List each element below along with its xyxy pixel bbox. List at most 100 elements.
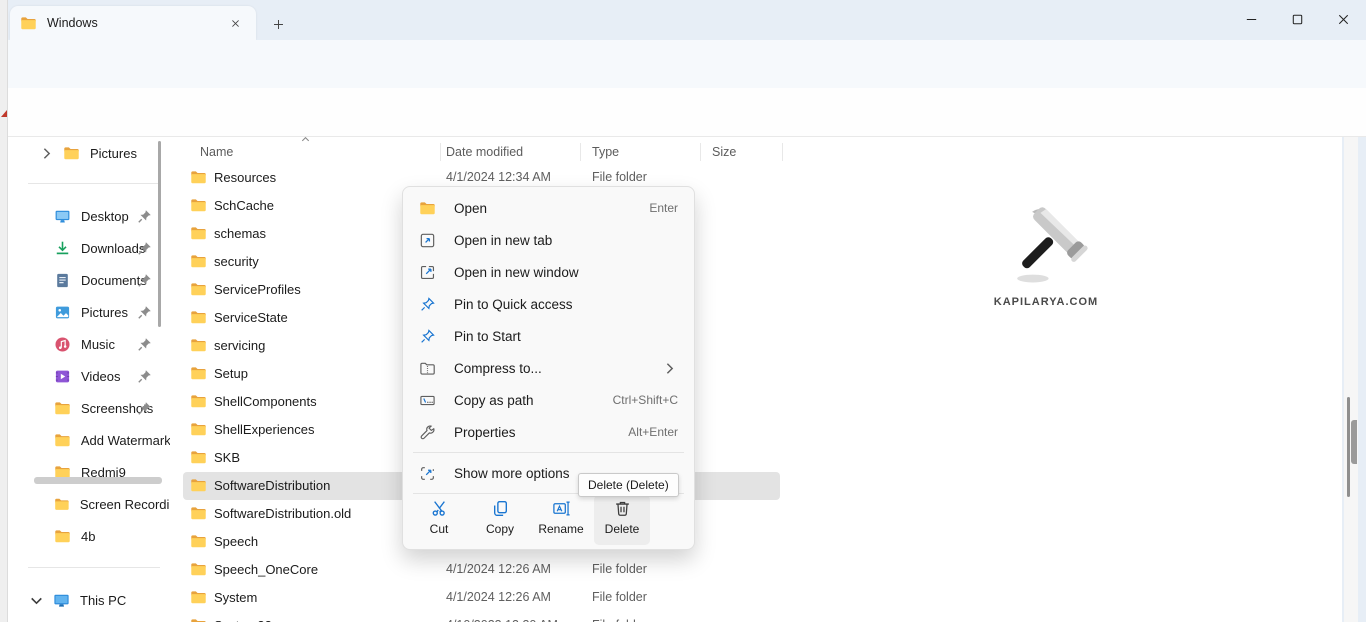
- column-header-size[interactable]: Size: [712, 140, 772, 164]
- table-row[interactable]: Speech_OneCore4/1/2024 12:26 AMFile fold…: [183, 556, 780, 584]
- column-header-type[interactable]: Type: [592, 140, 692, 164]
- desktop-icon: [54, 208, 71, 225]
- folder-icon: [20, 15, 37, 32]
- menu-item-label: Pin to Quick access: [454, 297, 678, 312]
- main-scrollbar-thumb[interactable]: [1347, 397, 1350, 497]
- rename-icon: [552, 499, 571, 518]
- downloads-icon: [54, 240, 71, 257]
- file-type: File folder: [592, 562, 647, 576]
- videos-icon: [54, 368, 71, 385]
- monitor-blue-icon: [53, 592, 70, 609]
- file-list: Name Date modified Type Size Resources4/…: [176, 137, 1342, 622]
- new-tab-button[interactable]: [266, 12, 290, 36]
- sidebar-item-4b[interactable]: 4b: [8, 520, 170, 552]
- menu-action-label: Cut: [430, 522, 449, 536]
- sidebar-item-pictures[interactable]: Pictures: [8, 137, 170, 169]
- chevron-right-icon: [661, 360, 678, 377]
- column-header-date[interactable]: Date modified: [446, 140, 576, 164]
- menu-item-compress-to-[interactable]: Compress to...: [408, 352, 689, 384]
- tab-close-button[interactable]: [224, 12, 246, 34]
- sidebar-divider: [28, 183, 160, 184]
- close-button[interactable]: [1320, 0, 1366, 38]
- menu-item-open-in-new-tab[interactable]: Open in new tab: [408, 224, 689, 256]
- sidebar-item-this-pc[interactable]: This PC: [8, 584, 170, 616]
- menu-action-label: Delete: [605, 522, 640, 536]
- close-icon: [1336, 12, 1351, 27]
- menu-item-properties[interactable]: PropertiesAlt+Enter: [408, 416, 689, 448]
- table-row[interactable]: System4/1/2024 12:26 AMFile folder: [183, 584, 780, 612]
- menu-item-shortcut: Ctrl+Shift+C: [613, 393, 678, 407]
- sidebar-item-documents[interactable]: Documents: [8, 264, 170, 296]
- menu-item-pin-to-quick-access[interactable]: Pin to Quick access: [408, 288, 689, 320]
- folder-icon: [190, 225, 207, 242]
- menu-action-label: Copy: [486, 522, 514, 536]
- window-controls: [1228, 0, 1366, 38]
- menu-action-label: Rename: [538, 522, 583, 536]
- folder-icon: [54, 528, 71, 545]
- folder-icon: [190, 337, 207, 354]
- menu-item-label: Compress to...: [454, 361, 661, 376]
- file-date-modified: 4/1/2024 12:34 AM: [446, 170, 551, 184]
- column-header-name[interactable]: Name: [200, 140, 440, 164]
- menu-item-label: Open: [454, 201, 649, 216]
- sidebar-item-screenshots[interactable]: Screenshots: [8, 392, 170, 424]
- navigation-pane: PicturesDesktopDownloadsDocumentsPicture…: [8, 137, 176, 622]
- sidebar-item-label: Pictures: [90, 146, 137, 161]
- sidebar-divider: [28, 567, 160, 568]
- explorer-tab[interactable]: Windows: [10, 6, 256, 40]
- cut-icon: [430, 499, 449, 518]
- column-divider[interactable]: [700, 143, 701, 161]
- delete-icon: [613, 499, 632, 518]
- menu-item-open-in-new-window[interactable]: Open in new window: [408, 256, 689, 288]
- file-name: Speech: [214, 534, 258, 549]
- maximize-button[interactable]: [1274, 0, 1320, 38]
- background-window-edge: [0, 0, 8, 622]
- sidebar-item-music[interactable]: Music: [8, 328, 170, 360]
- column-divider[interactable]: [440, 143, 441, 161]
- folder-icon: [419, 200, 436, 217]
- pin-icon: [136, 240, 153, 257]
- column-divider[interactable]: [782, 143, 783, 161]
- menu-action-copy[interactable]: Copy: [472, 495, 528, 545]
- pin-icon: [136, 304, 153, 321]
- sidebar-item-screen-recordin[interactable]: Screen Recordin: [8, 488, 170, 520]
- menu-item-open[interactable]: OpenEnter: [408, 192, 689, 224]
- close-icon: [230, 18, 241, 29]
- file-name: System32: [214, 618, 272, 622]
- sidebar-scrollbar[interactable]: [158, 141, 161, 327]
- folder-icon: [190, 393, 207, 410]
- file-type: File folder: [592, 618, 647, 622]
- folder-icon: [190, 533, 207, 550]
- menu-divider: [413, 452, 684, 453]
- menu-item-shortcut: Enter: [649, 201, 678, 215]
- file-date-modified: 4/1/2024 12:26 AM: [446, 562, 551, 576]
- sidebar-item-label: Desktop: [81, 209, 129, 224]
- folder-icon: [190, 253, 207, 270]
- sidebar-item-downloads[interactable]: Downloads: [8, 232, 170, 264]
- file-name: Setup: [214, 366, 248, 381]
- sidebar-item-desktop[interactable]: Desktop: [8, 200, 170, 232]
- table-row[interactable]: System324/10/2023 12:30 AMFile folder: [183, 612, 780, 622]
- sidebar-item-videos[interactable]: Videos: [8, 360, 170, 392]
- minimize-button[interactable]: [1228, 0, 1274, 38]
- main-scrollbar-handle[interactable]: [1351, 420, 1357, 464]
- menu-item-pin-to-start[interactable]: Pin to Start: [408, 320, 689, 352]
- menu-item-shortcut: Alt+Enter: [628, 425, 678, 439]
- pin-icon: [136, 208, 153, 225]
- menu-action-rename[interactable]: Rename: [533, 495, 589, 545]
- menu-item-copy-as-path[interactable]: Copy as pathCtrl+Shift+C: [408, 384, 689, 416]
- sidebar-item-add-watermark[interactable]: Add Watermark: [8, 424, 170, 456]
- sidebar-horizontal-scrollbar[interactable]: [34, 477, 162, 484]
- menu-action-cut[interactable]: Cut: [411, 495, 467, 545]
- main-scrollbar-track[interactable]: [1344, 137, 1358, 622]
- file-explorer-window: Windows This PCLocal Disk (C:)Windows Ne: [0, 0, 1366, 622]
- column-divider[interactable]: [580, 143, 581, 161]
- file-name: servicing: [214, 338, 265, 353]
- folder-icon: [54, 496, 70, 513]
- sidebar-item-pictures[interactable]: Pictures: [8, 296, 170, 328]
- folder-icon: [63, 145, 80, 162]
- menu-action-delete[interactable]: Delete: [594, 495, 650, 545]
- chevron-right-icon: [38, 145, 55, 162]
- sidebar-item-label: This PC: [80, 593, 126, 608]
- show-more-icon: [419, 465, 436, 482]
